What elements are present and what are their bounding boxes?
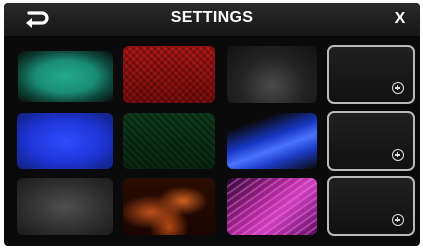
add-circle-icon: [392, 214, 404, 226]
theme-tile-gray[interactable]: [17, 178, 113, 235]
add-circle-icon: [392, 82, 404, 94]
custom-slot-3[interactable]: [327, 176, 415, 236]
close-button[interactable]: X: [390, 8, 410, 30]
settings-screen: SETTINGS X: [4, 3, 420, 246]
theme-tile-dark-gray[interactable]: [227, 46, 317, 103]
theme-tile-dark-green-pattern[interactable]: [123, 113, 215, 169]
header-bar: SETTINGS X: [4, 3, 420, 37]
theme-tile-blue[interactable]: [17, 113, 113, 169]
custom-slot-2[interactable]: [327, 111, 415, 171]
theme-tile-blue-streak[interactable]: [227, 113, 317, 169]
page-title: SETTINGS: [170, 9, 254, 26]
color-grid: [4, 37, 420, 246]
theme-tile-red-pattern[interactable]: [123, 46, 215, 103]
theme-tile-purple-swirl[interactable]: [227, 178, 317, 235]
custom-slot-1[interactable]: [327, 45, 415, 104]
theme-tile-fire[interactable]: [123, 178, 215, 235]
theme-tile-green[interactable]: [18, 51, 113, 102]
add-circle-icon: [392, 149, 404, 161]
